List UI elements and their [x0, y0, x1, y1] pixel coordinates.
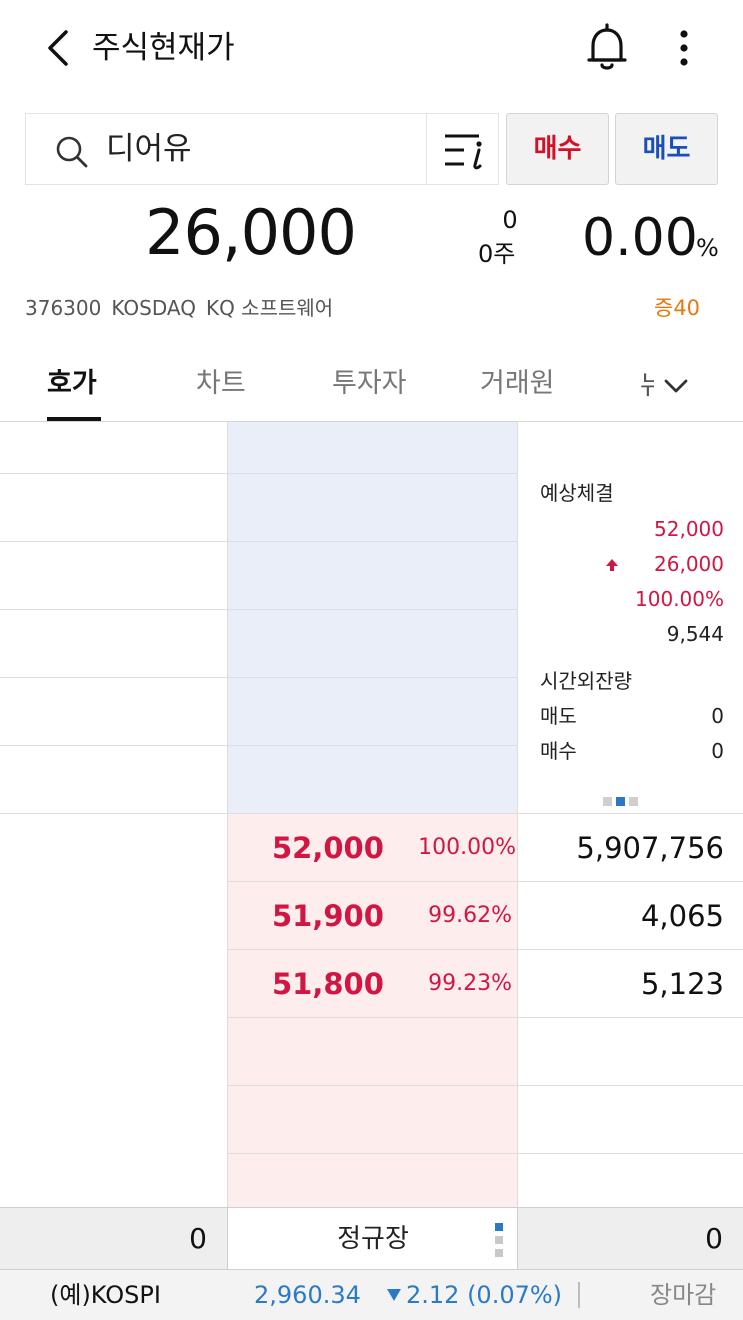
divider — [426, 114, 427, 184]
app-header: 주식현재가 — [0, 0, 743, 100]
buy-button[interactable]: 매수 — [506, 113, 609, 185]
change-amount: 0 — [502, 206, 518, 234]
tab-bar: 호가 차트 투자자 거래원 뉴 — [0, 350, 743, 422]
row-divider — [228, 1153, 743, 1154]
bid-quantity: 5,123 — [640, 967, 724, 1001]
panel-page-indicator[interactable] — [603, 791, 647, 806]
session-menu-icon[interactable] — [494, 1222, 504, 1258]
sector-name: KQ 소프트웨어 — [205, 296, 334, 320]
margin-rate-badge[interactable]: 증40 — [654, 293, 700, 323]
after-hours-title: 시간외잔량 — [540, 669, 632, 693]
trade-volume: 0주 — [478, 240, 516, 268]
bell-icon[interactable] — [584, 22, 630, 74]
row-divider — [0, 473, 517, 474]
total-ask-cell: 0 — [0, 1208, 228, 1270]
row-divider — [0, 813, 743, 814]
list-info-icon[interactable] — [442, 128, 488, 172]
total-ask-quantity: 0 — [189, 1222, 207, 1255]
price-column — [228, 422, 518, 1207]
stock-search-field[interactable]: 디어유 — [25, 113, 499, 185]
tab-news[interactable]: 뉴 — [640, 366, 654, 418]
percent-sign: % — [696, 234, 719, 262]
order-book: 52,000 100.00% 5,907,756 51,900 99.62% 4… — [0, 422, 743, 1207]
expected-volume: 9,544 — [666, 622, 724, 646]
row-divider — [0, 677, 517, 678]
row-divider — [0, 609, 517, 610]
tab-broker[interactable]: 거래원 — [480, 364, 555, 404]
session-label: 정규장 — [337, 1224, 409, 1254]
index-name: (예)KOSPI — [50, 1281, 161, 1309]
search-icon — [56, 136, 88, 168]
chevron-left-icon[interactable] — [40, 24, 80, 72]
bid-rate: 99.62% — [428, 903, 512, 928]
page-title: 주식현재가 — [92, 30, 235, 66]
expected-rate: 100.00% — [635, 587, 724, 611]
stock-info-row: 376300 KOSDAQ KQ 소프트웨어 — [25, 293, 343, 323]
index-ticker[interactable]: (예)KOSPI 2,960.34 2.12 (0.07%) 장마감 — [0, 1269, 743, 1320]
tab-orderbook[interactable]: 호가 — [47, 364, 97, 404]
page-dot — [629, 797, 638, 806]
orderbook-summary: 0 정규장 0 — [0, 1207, 743, 1270]
tab-investor[interactable]: 투자자 — [332, 364, 407, 404]
expected-execution-title: 예상체결 — [540, 481, 614, 505]
divider — [578, 1282, 580, 1308]
index-value: 2,960.34 — [254, 1281, 361, 1309]
bid-price[interactable]: 51,900 — [272, 896, 384, 936]
total-bid-cell: 0 — [518, 1208, 743, 1270]
index-change: 2.12 (0.07%) — [406, 1281, 563, 1309]
row-divider — [228, 1017, 743, 1018]
market-name: KOSDAQ — [111, 296, 196, 320]
expected-price: 52,000 — [654, 517, 724, 541]
stock-code: 376300 — [25, 296, 102, 320]
search-input[interactable]: 디어유 — [106, 128, 192, 170]
bid-rate: 99.23% — [428, 971, 512, 996]
bid-rate: 100.00% — [418, 835, 516, 860]
row-divider — [228, 949, 743, 950]
total-bid-quantity: 0 — [705, 1222, 723, 1255]
session-cell[interactable]: 정규장 — [228, 1208, 518, 1270]
active-tab-indicator — [47, 417, 101, 421]
tab-news-label: 뉴 — [640, 371, 654, 401]
sell-button[interactable]: 매도 — [615, 113, 718, 185]
row-divider — [228, 1085, 743, 1086]
tab-chart[interactable]: 차트 — [196, 364, 246, 404]
down-triangle-icon — [387, 1289, 401, 1301]
row-divider — [228, 881, 743, 882]
row-divider — [0, 745, 517, 746]
bid-quantity: 4,065 — [640, 899, 724, 933]
page-dot — [603, 797, 612, 806]
after-hours-sell-value: 0 — [711, 704, 724, 728]
page-dot-active — [616, 797, 625, 806]
more-vertical-icon[interactable] — [664, 24, 704, 72]
bid-quantity: 5,907,756 — [576, 831, 724, 865]
chevron-down-icon[interactable] — [662, 372, 690, 400]
ask-quantity-column — [0, 422, 228, 1207]
bid-price[interactable]: 51,800 — [272, 964, 384, 1004]
row-divider — [0, 541, 517, 542]
expected-change: 26,000 — [654, 552, 724, 576]
current-price: 26,000 — [145, 196, 357, 269]
market-status: 장마감 — [650, 1281, 717, 1309]
bid-price[interactable]: 52,000 — [272, 828, 384, 868]
after-hours-buy-value: 0 — [711, 739, 724, 763]
change-rate: 0.00 — [582, 208, 698, 268]
